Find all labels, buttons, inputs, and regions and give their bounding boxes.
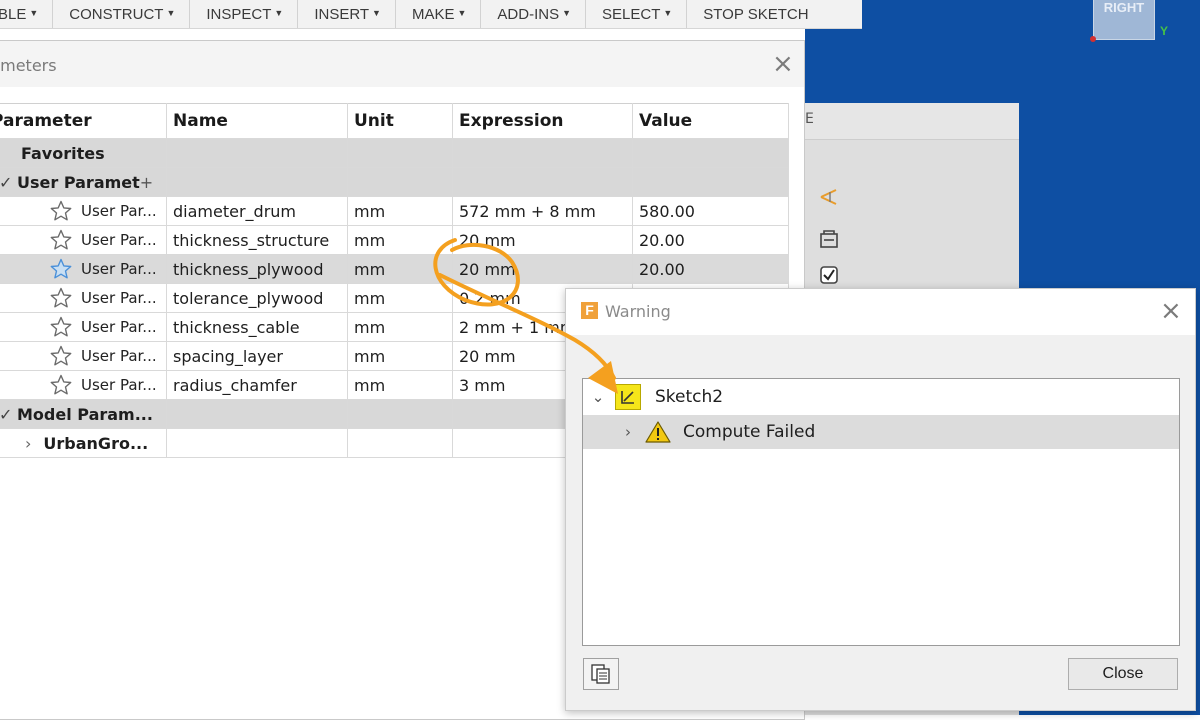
star-outline-icon[interactable] — [49, 373, 73, 397]
tree-row-sketch[interactable]: ⌄ Sketch2 — [583, 380, 1179, 414]
row-param-type: User Par... — [81, 231, 157, 249]
row-name[interactable]: radius_chamfer — [166, 370, 348, 400]
group-user-parameters[interactable]: ✓ User Paramet+ — [0, 167, 789, 197]
row-unit[interactable]: mm — [347, 196, 453, 226]
toolbar: BLE ▼ CONSTRUCT ▼ INSPECT ▼ INSERT ▼ MAKE ▼ A… — [0, 0, 862, 29]
star-outline-icon[interactable] — [49, 257, 73, 281]
caret-down-icon: ▼ — [166, 8, 176, 18]
caret-down-icon: ▼ — [663, 8, 673, 18]
plus-icon[interactable]: + — [140, 173, 153, 192]
row-param-type: User Par... — [81, 376, 157, 394]
col-header-unit[interactable]: Unit — [347, 103, 453, 139]
row-name[interactable]: thickness_plywood — [166, 254, 348, 284]
col-header-parameter[interactable]: Parameter — [0, 103, 167, 139]
tree-label-sketch: Sketch2 — [655, 387, 724, 407]
warning-title: Warning — [605, 302, 671, 321]
chevron-down-icon[interactable]: ✓ — [0, 405, 17, 424]
row-expression[interactable]: 20 mm — [452, 254, 633, 284]
row-name[interactable]: tolerance_plywood — [166, 283, 348, 313]
close-button[interactable]: Close — [1068, 658, 1178, 690]
star-outline-icon[interactable] — [49, 315, 73, 339]
sketch-palette-icon[interactable] — [818, 228, 840, 250]
table-row[interactable]: User Par... thickness_structure mm 20 mm… — [0, 225, 789, 255]
row-value: 20.00 — [632, 225, 789, 255]
row-name[interactable]: thickness_cable — [166, 312, 348, 342]
col-header-name[interactable]: Name — [166, 103, 348, 139]
group-label-user-parameters: User Paramet — [17, 172, 140, 192]
row-unit[interactable]: mm — [347, 341, 453, 371]
table-header-row: Parameter Name Unit Expression Value — [0, 103, 789, 139]
copy-to-clipboard-button[interactable] — [583, 658, 619, 690]
parameters-titlebar: Parameters × — [0, 41, 804, 87]
menu-select[interactable]: SELECT ▼ — [586, 0, 688, 28]
row-unit[interactable]: mm — [347, 283, 453, 313]
menu-inspect[interactable]: INSPECT ▼ — [190, 0, 299, 28]
viewcube-face-label: RIGHT — [1103, 0, 1145, 15]
row-name[interactable]: thickness_structure — [166, 225, 348, 255]
row-name[interactable]: spacing_layer — [166, 341, 348, 371]
tree-label-compute-failed: Compute Failed — [683, 422, 816, 442]
row-param-type: User Par... — [81, 347, 157, 365]
row-unit[interactable]: mm — [347, 225, 453, 255]
star-outline-icon[interactable] — [49, 344, 73, 368]
star-outline-icon[interactable] — [49, 228, 73, 252]
close-icon[interactable]: × — [1160, 298, 1182, 324]
row-unit[interactable]: mm — [347, 370, 453, 400]
sketch-dimension-icon[interactable] — [818, 186, 840, 208]
menu-ble[interactable]: BLE ▼ — [0, 0, 54, 28]
group-label-model-parameters: Model Param... — [17, 404, 153, 424]
group-favorites[interactable]: Favorites — [0, 138, 789, 168]
caret-down-icon: ▼ — [562, 8, 571, 18]
side-panel-header: E — [789, 103, 1019, 140]
row-name[interactable]: diameter_drum — [166, 196, 348, 226]
warning-tree: ⌄ Sketch2 › Compute Failed — [582, 378, 1180, 646]
caret-down-icon: ▼ — [274, 8, 284, 18]
fusion-app-icon: F — [581, 302, 598, 319]
chevron-right-icon[interactable]: › — [621, 423, 635, 441]
menu-construct[interactable]: CONSTRUCT ▼ — [53, 0, 191, 28]
row-param-type: User Par... — [81, 318, 157, 336]
group-label-favorites: Favorites — [21, 143, 105, 163]
tree-row-compute-failed[interactable]: › Compute Failed — [583, 415, 1179, 449]
row-param-type: User Par... — [81, 289, 157, 307]
model-child-label: UrbanGro... — [43, 433, 149, 453]
chevron-right-icon[interactable]: › — [25, 434, 31, 453]
stop-sketch-button[interactable]: STOP SKETCH — [687, 0, 822, 28]
side-panel-header-letter: E — [805, 111, 814, 127]
warning-dialog: F Warning × ⌄ Sketch2 › Compute Failed C… — [565, 288, 1196, 711]
star-outline-icon[interactable] — [49, 199, 73, 223]
row-param-type: User Par... — [81, 260, 157, 278]
col-header-expression[interactable]: Expression — [452, 103, 633, 139]
row-expression[interactable]: 572 mm + 8 mm — [452, 196, 633, 226]
row-unit[interactable]: mm — [347, 254, 453, 284]
row-value: 580.00 — [632, 196, 789, 226]
menu-insert[interactable]: INSERT ▼ — [298, 0, 396, 28]
chevron-down-icon[interactable]: ✓ — [0, 173, 17, 192]
caret-down-icon: ▼ — [372, 8, 381, 18]
warning-triangle-icon — [645, 421, 671, 443]
sketch-icon — [615, 384, 641, 410]
menu-add-ins[interactable]: ADD-INS ▼ — [481, 0, 586, 28]
viewcube[interactable]: RIGHT — [1093, 0, 1155, 40]
table-row-selected[interactable]: User Par... thickness_plywood mm 20 mm 2… — [0, 254, 789, 284]
caret-down-icon: ▼ — [457, 8, 467, 18]
star-outline-icon[interactable] — [49, 286, 73, 310]
chevron-down-icon[interactable]: ⌄ — [591, 388, 605, 406]
copy-icon — [591, 664, 610, 684]
row-expression[interactable]: 20 mm — [452, 225, 633, 255]
table-row[interactable]: User Par... diameter_drum mm 572 mm + 8 … — [0, 196, 789, 226]
caret-down-icon: ▼ — [29, 8, 39, 18]
parameters-title: Parameters — [0, 56, 57, 75]
row-param-type: User Par... — [81, 202, 157, 220]
row-unit[interactable]: mm — [347, 312, 453, 342]
axis-y-label: Y — [1160, 24, 1169, 38]
menu-make[interactable]: MAKE ▼ — [396, 0, 482, 28]
axis-x-marker — [1090, 36, 1096, 42]
checkbox-icon[interactable] — [818, 264, 840, 286]
col-header-value[interactable]: Value — [632, 103, 789, 139]
warning-titlebar: F Warning × — [566, 289, 1195, 335]
row-value: 20.00 — [632, 254, 789, 284]
close-icon[interactable]: × — [772, 51, 794, 77]
